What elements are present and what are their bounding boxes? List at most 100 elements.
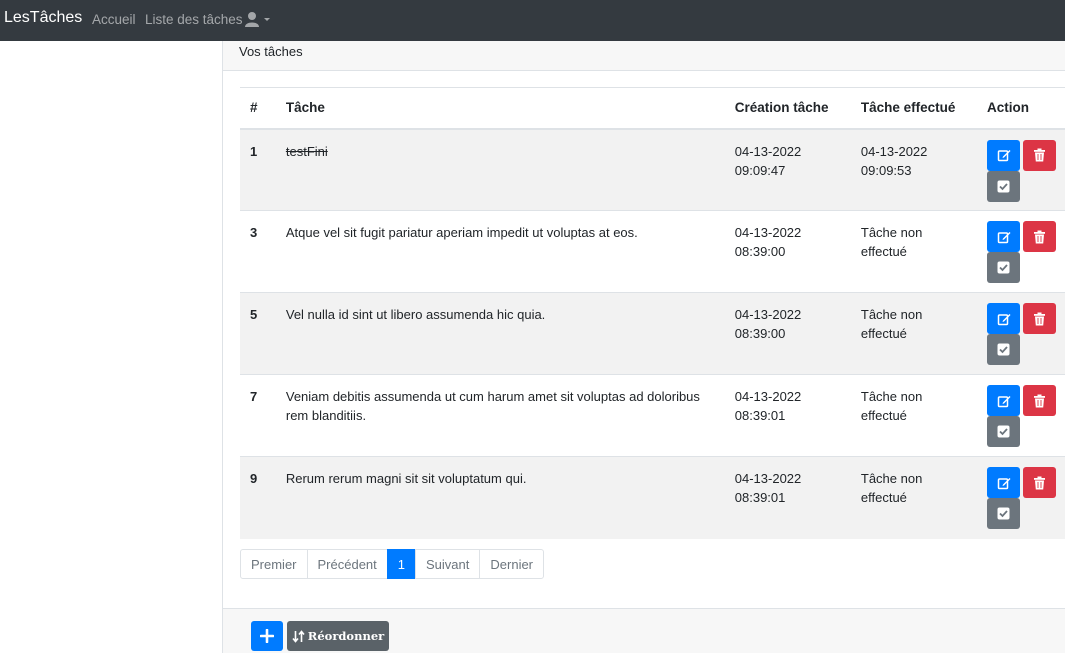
created-time: 09:09:47 [734,162,786,178]
column-header-created: Création tâche [734,100,829,116]
created-cell: 04-13-2022 08:39:01 [725,457,851,539]
edit-icon [997,150,1010,162]
task-title: testFini [285,143,328,159]
created-time: 08:39:00 [734,326,786,341]
check-square-icon [997,507,1010,520]
action-cell [977,375,1065,457]
check-square-icon [997,425,1010,438]
page-first[interactable]: Premier [240,549,308,579]
edit-icon [997,477,1010,489]
pagination: Premier Précédent 1 Suivant Dernier [240,549,545,579]
trash-icon [1034,230,1045,243]
edit-icon [997,313,1010,325]
created-cell: 04-13-2022 08:39:00 [725,293,851,375]
done-cell: Tâche non effectué [851,293,977,375]
done-status: Tâche non effectué [860,225,923,259]
user-icon [245,12,270,27]
done-status: Tâche non effectué [860,471,923,505]
task-number: 3 [250,225,258,240]
table-row: 7 Veniam debitis assumenda ut cum harum a… [240,374,1065,457]
created-date: 04-13-2022 [734,307,802,322]
column-header-number: # [250,100,258,116]
done-cell: Tâche non effectué [851,457,977,539]
check-square-icon [997,343,1010,356]
edit-task-button[interactable] [987,303,1020,334]
edit-task-button[interactable] [987,139,1020,171]
action-cell [977,293,1065,375]
user-menu-dropdown[interactable] [244,10,274,30]
column-header-task: Tâche [285,100,325,116]
task-number: 7 [250,389,258,404]
delete-task-button[interactable] [1023,385,1056,416]
edit-task-button[interactable] [987,221,1020,252]
table-row: 9 Rerum rerum magni sit sit voluptatum qu… [240,456,1065,539]
nav-link-task-list[interactable]: Liste des tâches [145,12,243,27]
created-cell: 04-13-2022 08:39:01 [725,375,851,457]
delete-task-button[interactable] [1023,139,1056,171]
complete-task-button[interactable] [987,416,1020,447]
created-date: 04-13-2022 [734,389,802,404]
page-current[interactable]: 1 [386,549,417,579]
task-table: # Tâche Création tâche Tâche effectué Ac… [240,87,1065,539]
card-footer: Réordonner [223,608,1065,653]
trash-icon [1034,312,1045,325]
edit-task-button[interactable] [987,467,1020,498]
done-status: Tâche non effectué [860,307,923,341]
sort-icon [292,629,305,643]
edit-icon [997,395,1010,407]
brand-logo[interactable]: LesTâches [4,9,82,27]
created-date: 04-13-2022 [734,471,802,486]
delete-task-button[interactable] [1023,467,1056,498]
done-time: 09:09:53 [860,162,912,178]
delete-task-button[interactable] [1023,303,1056,334]
check-square-icon [997,261,1010,274]
created-cell: 04-13-2022 08:39:00 [725,211,851,293]
reorder-button[interactable]: Réordonner [287,621,389,651]
done-cell: 04-13-2022 09:09:53 [851,129,977,211]
trash-icon [1034,476,1045,489]
card-header: Vos tâches [223,41,1065,71]
done-status: Tâche non effectué [860,389,923,423]
complete-task-button[interactable] [987,498,1020,529]
page-last[interactable]: Dernier [479,549,545,579]
check-square-icon [997,180,1010,192]
task-title: Rerum rerum magni sit sit voluptatum qui… [285,471,527,486]
plus-icon [260,629,274,643]
table-row: 1 testFini 04-13-2022 09:09:47 04-13-2022 09:… [240,128,1065,211]
column-header-action: Action [987,100,1029,116]
table-row: 3 Atque vel sit fugit pariatur aperiam im… [240,210,1065,293]
complete-task-button[interactable] [987,334,1020,365]
main-content: Vos tâches # Tâche Création tâche Tâche … [222,41,1065,653]
card-title: Vos tâches [239,44,303,59]
complete-task-button[interactable] [987,252,1020,283]
trash-icon [1034,394,1045,407]
table-row: 5 Vel nulla id sint ut libero assumenda h… [240,292,1065,375]
task-title: Atque vel sit fugit pariatur aperiam imp… [285,225,638,240]
trash-icon [1034,148,1045,162]
edit-icon [997,231,1010,243]
task-number: 5 [250,307,258,322]
column-header-done: Tâche effectué [860,100,956,116]
created-cell: 04-13-2022 09:09:47 [725,129,851,211]
action-cell [977,211,1065,293]
created-date: 04-13-2022 [734,225,802,240]
task-number: 1 [250,143,258,159]
done-cell: Tâche non effectué [851,211,977,293]
edit-task-button[interactable] [987,385,1020,416]
done-cell: Tâche non effectué [851,375,977,457]
created-time: 08:39:01 [734,490,786,505]
created-date: 04-13-2022 [734,143,802,159]
delete-task-button[interactable] [1023,221,1056,252]
task-title: Vel nulla id sint ut libero assumenda hi… [285,307,546,322]
complete-task-button[interactable] [987,170,1020,202]
top-navbar: LesTâches Accueil Liste des tâches [0,0,1065,41]
action-cell [977,457,1065,539]
page-next[interactable]: Suivant [415,549,481,579]
caret-down-icon [264,18,270,21]
created-time: 08:39:00 [734,244,786,259]
add-task-button[interactable] [251,621,283,651]
action-cell [977,129,1065,211]
reorder-label: Réordonner [307,629,385,643]
page-previous[interactable]: Précédent [306,549,388,579]
nav-link-home[interactable]: Accueil [92,12,136,27]
